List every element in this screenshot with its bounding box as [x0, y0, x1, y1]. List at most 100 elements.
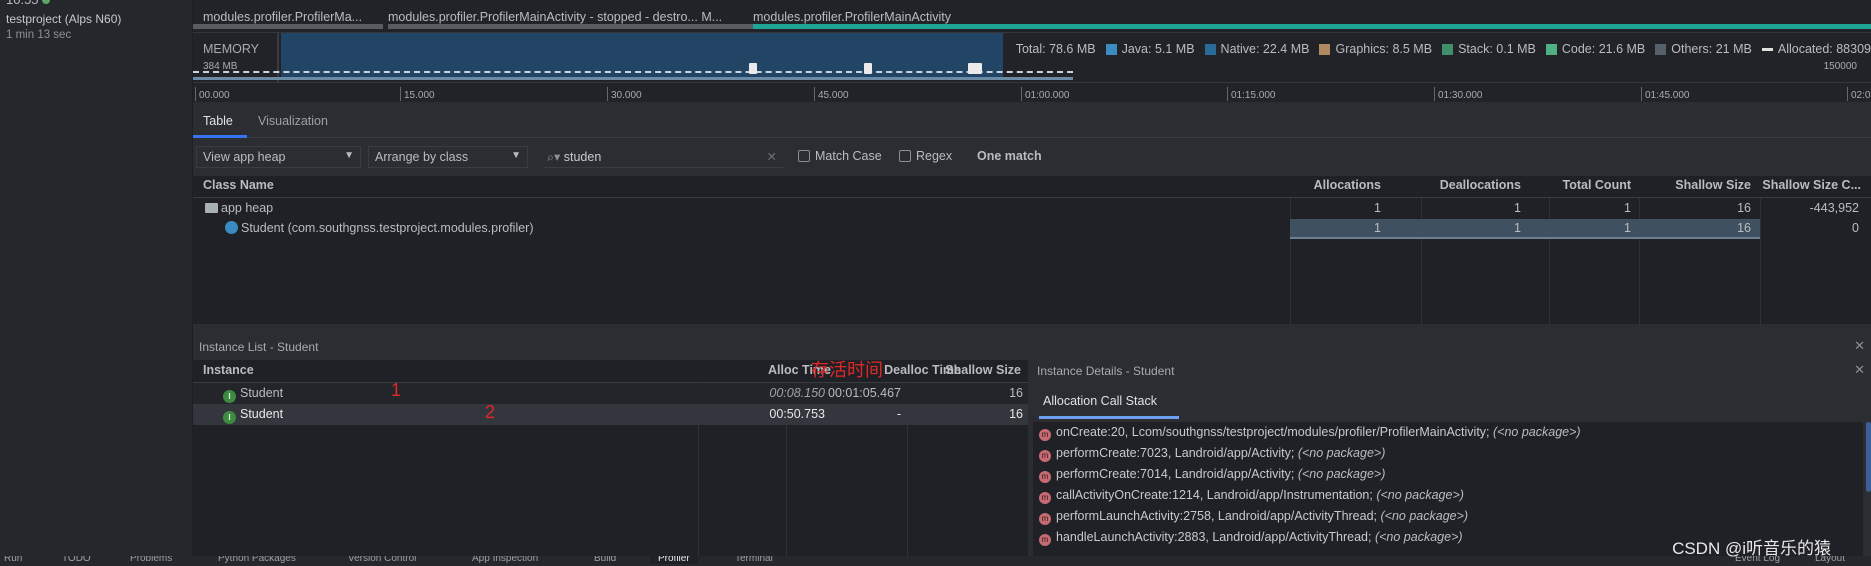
legend-total: Total: 78.6 MB [1015, 42, 1096, 56]
instance-list-title: Instance List - Student [199, 340, 319, 354]
col-shallow-size-change[interactable]: Shallow Size C... [1762, 178, 1861, 192]
method-icon: m [1039, 450, 1051, 462]
view-tabs: Table Visualization [193, 108, 1871, 138]
legend-swatch-icon [1442, 43, 1454, 55]
event-label[interactable]: modules.profiler.ProfilerMa... [203, 10, 373, 24]
ruler-tick: 02:00 [1847, 87, 1871, 101]
memory-usage-line [193, 77, 1073, 80]
col-deallocations[interactable]: Deallocations [1440, 178, 1521, 192]
shallow-size-change-cell: -443,952 [1809, 201, 1859, 215]
method-icon: m [1039, 492, 1051, 504]
legend-graphics: Graphics: 8.5 MB [1319, 42, 1432, 56]
event-bar-active [753, 24, 1871, 29]
session-time: 10:55 [6, 0, 50, 7]
memory-timeline[interactable]: MEMORY 384 MB Total: 78.6 MB Java: 5.1 M… [193, 32, 1871, 83]
tab-visualization[interactable]: Visualization [258, 114, 328, 128]
dealloc-time-cell: 00:01:05.467 [828, 386, 901, 400]
table-row[interactable]: app heap 1 1 1 16 -443,952 [193, 199, 1871, 219]
gc-trash-icon[interactable] [968, 63, 982, 74]
legend-swatch-icon [1105, 43, 1117, 55]
ruler-tick: 30.000 [607, 87, 642, 101]
alive-time-annotation: 存活时间 [811, 360, 883, 380]
tool-profiler[interactable]: Profiler [650, 556, 698, 564]
instance-row-selected[interactable]: I Student 2 00:50.753 - 16 [193, 402, 1028, 425]
stack-frame[interactable]: m onCreate:20, Lcom/southgnss/testproject… [1039, 425, 1581, 445]
tab-allocation-call-stack[interactable]: Allocation Call Stack [1043, 394, 1157, 408]
clear-search-icon[interactable]: ✕ [767, 149, 777, 164]
close-instance-list-icon[interactable]: ✕ [1854, 338, 1865, 354]
class-name-cell: app heap [205, 201, 273, 215]
stack-frame[interactable]: m handleLaunchActivity:2883, Landroid/app… [1039, 530, 1463, 550]
session-title[interactable]: testproject (Alps N60) [6, 12, 121, 26]
deallocations-cell: 1 [1514, 201, 1521, 215]
gc-trash-icon[interactable] [864, 63, 872, 74]
stack-frame[interactable]: m performCreate:7014, Landroid/app/Activi… [1039, 467, 1385, 487]
session-sidebar: 10:55 testproject (Alps N60) 1 min 13 se… [0, 0, 193, 566]
checkbox-icon [899, 150, 911, 162]
col-class-name[interactable]: Class Name [203, 178, 274, 192]
ruler-tick: 01:00.000 [1021, 87, 1070, 101]
allocations-cell: 1 [1374, 201, 1381, 215]
dealloc-time-cell: - [896, 407, 901, 421]
call-stack-scrollbar[interactable] [1866, 422, 1871, 492]
class-name-cell: Student (com.southgnss.testproject.modul… [225, 221, 534, 235]
col-shallow-size[interactable]: Shallow Size [1675, 178, 1751, 192]
legend-swatch-icon [1204, 43, 1216, 55]
arrange-select[interactable]: Arrange by class ▼ [368, 146, 528, 168]
col-shallow-size[interactable]: Shallow Size [945, 363, 1021, 377]
tool-build[interactable]: Build [594, 556, 616, 564]
close-instance-details-icon[interactable]: ✕ [1854, 362, 1865, 378]
row-selection-highlight [1290, 219, 1760, 239]
tool-terminal[interactable]: Terminal [735, 556, 773, 564]
event-label[interactable]: modules.profiler.ProfilerMainActivity - … [388, 10, 758, 24]
stack-frame[interactable]: m performLaunchActivity:2758, Landroid/ap… [1039, 509, 1468, 529]
class-icon [225, 221, 238, 234]
legend-java: Java: 5.1 MB [1105, 42, 1195, 56]
legend-code: Code: 21.6 MB [1545, 42, 1645, 56]
status-dot-icon [41, 0, 50, 4]
header-divider [193, 197, 1871, 198]
instance-name-cell: I Student [223, 386, 283, 403]
legend-swatch-icon [1655, 43, 1667, 55]
regex-checkbox[interactable]: Regex [899, 149, 952, 163]
col-allocations[interactable]: Allocations [1314, 178, 1381, 192]
heap-select[interactable]: View app heap ▼ [196, 146, 361, 168]
active-tab-indicator [193, 135, 247, 138]
instance-row[interactable]: I Student 1 00:08.150 00:01:05.467 16 [193, 380, 1028, 404]
heap-class-table: Class Name Allocations Deallocations Tot… [193, 176, 1871, 324]
ruler-tick: 45.000 [814, 87, 849, 101]
method-icon: m [1039, 471, 1051, 483]
ruler-tick: 15.000 [400, 87, 435, 101]
stack-frame[interactable]: m performCreate:7023, Landroid/app/Activi… [1039, 446, 1385, 466]
search-result: One match [977, 149, 1042, 163]
shallow-size-cell: 16 [1009, 407, 1023, 421]
shallow-size-cell: 16 [1737, 221, 1751, 235]
stack-frame[interactable]: m callActivityOnCreate:1214, Landroid/app… [1039, 488, 1464, 508]
col-total-count[interactable]: Total Count [1563, 178, 1632, 192]
event-label[interactable]: modules.profiler.ProfilerMainActivity [753, 10, 1053, 24]
row-annotation: 1 [391, 380, 402, 400]
match-case-checkbox[interactable]: Match Case [798, 149, 882, 163]
time-ruler[interactable]: 00.000 15.000 30.000 45.000 01:00.000 01… [193, 82, 1871, 102]
method-icon: m [1039, 534, 1051, 546]
allocations-cell: 1 [1374, 221, 1381, 235]
legend-stack: Stack: 0.1 MB [1442, 42, 1536, 56]
tool-todo[interactable]: TODO [62, 556, 91, 564]
tool-python-packages[interactable]: Python Packages [218, 556, 296, 564]
tool-version-control[interactable]: Version Control [348, 556, 416, 564]
ruler-tick: 01:45.000 [1641, 87, 1690, 101]
legend-native: Native: 22.4 MB [1204, 42, 1309, 56]
tab-table[interactable]: Table [203, 114, 233, 128]
activity-events-track: modules.profiler.ProfilerMa... modules.p… [193, 0, 1871, 32]
tool-app-inspection[interactable]: App Inspection [472, 556, 538, 564]
tool-run[interactable]: Run [4, 556, 22, 564]
gc-trash-icon[interactable] [749, 63, 757, 74]
folder-icon [205, 203, 218, 213]
search-input[interactable]: ⌕▾ studen ✕ [543, 146, 783, 168]
tool-problems[interactable]: Problems [130, 556, 172, 564]
ruler-tick: 00.000 [195, 87, 230, 101]
table-row[interactable]: Student (com.southgnss.testproject.modul… [193, 219, 1871, 239]
col-instance[interactable]: Instance [203, 363, 254, 377]
ruler-tick: 01:15.000 [1227, 87, 1276, 101]
ruler-tick: 01:30.000 [1434, 87, 1483, 101]
